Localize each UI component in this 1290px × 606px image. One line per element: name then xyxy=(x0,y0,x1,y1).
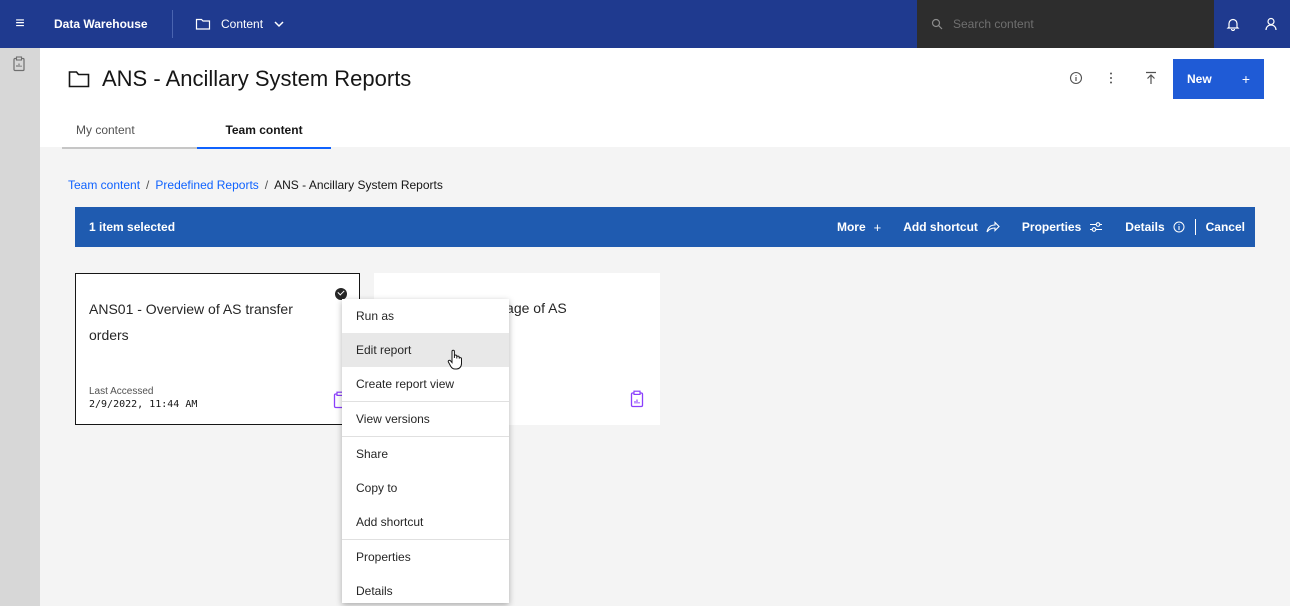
upload-icon[interactable] xyxy=(1136,60,1166,96)
details-label: Details xyxy=(1125,220,1165,234)
menu-item-copy-to[interactable]: Copy to xyxy=(342,471,509,505)
hand-pointer-cursor-icon xyxy=(447,349,462,370)
menu-item-share[interactable]: Share xyxy=(342,437,509,471)
left-rail xyxy=(0,48,40,606)
content-menu-label: Content xyxy=(221,17,264,31)
tab-my-content[interactable]: My content xyxy=(62,120,197,149)
more-button[interactable]: More + xyxy=(837,220,881,235)
breadcrumb: Team content / Predefined Reports / ANS … xyxy=(68,178,443,192)
top-bar: ≡ Data Warehouse Content xyxy=(0,0,1290,48)
search-icon xyxy=(931,18,943,30)
cancel-button[interactable]: Cancel xyxy=(1206,220,1245,234)
more-label: More xyxy=(836,220,866,234)
content-tabs: My content Team content xyxy=(62,120,331,149)
breadcrumb-predefined-reports[interactable]: Predefined Reports xyxy=(155,178,258,192)
page-header: ANS - Ancillary System Reports My conten… xyxy=(40,48,1290,149)
context-menu: Run as Edit report Create report view Vi… xyxy=(342,299,509,603)
breadcrumb-separator: / xyxy=(146,178,150,192)
selection-action-bar: 1 item selected More + Add shortcut Prop… xyxy=(75,207,1255,247)
app-name[interactable]: Data Warehouse xyxy=(40,10,173,38)
report-icon xyxy=(630,390,644,408)
add-shortcut-button[interactable]: Add shortcut xyxy=(903,220,1000,234)
menu-item-properties[interactable]: Properties xyxy=(342,540,509,574)
info-icon xyxy=(1173,221,1185,233)
page-title: ANS - Ancillary System Reports xyxy=(68,66,411,92)
breadcrumb-current: ANS - Ancillary System Reports xyxy=(274,178,443,192)
breadcrumb-separator: / xyxy=(264,178,269,192)
breadcrumb-team-content[interactable]: Team content xyxy=(68,178,140,192)
menu-item-run-as[interactable]: Run as xyxy=(342,299,509,333)
folder-icon xyxy=(195,18,211,30)
search-box[interactable] xyxy=(917,0,1214,48)
add-icon: + xyxy=(1241,71,1250,87)
menu-item-add-shortcut[interactable]: Add shortcut xyxy=(342,505,509,539)
content-menu-button[interactable]: Content xyxy=(173,0,285,48)
info-icon[interactable] xyxy=(1061,60,1091,96)
folder-icon xyxy=(68,71,90,88)
notifications-bell-icon[interactable] xyxy=(1214,0,1252,48)
menu-item-details[interactable]: Details xyxy=(342,574,509,606)
shortcut-arrow-icon xyxy=(986,221,1000,233)
chevron-down-icon xyxy=(274,21,284,28)
report-card[interactable]: ANS01 - Overview of AS transfer orders L… xyxy=(75,273,360,425)
hamburger-menu-icon[interactable]: ≡ xyxy=(0,0,40,48)
user-profile-icon[interactable] xyxy=(1252,0,1290,48)
menu-item-edit-report[interactable]: Edit report xyxy=(342,333,509,367)
card-title[interactable]: ANS01 - Overview of AS transfer orders xyxy=(89,296,319,348)
page-title-text: ANS - Ancillary System Reports xyxy=(102,66,412,91)
last-accessed-label: Last Accessed xyxy=(89,386,154,397)
new-button[interactable]: New + xyxy=(1173,59,1264,99)
tab-team-content[interactable]: Team content xyxy=(197,120,331,149)
overflow-menu-icon[interactable] xyxy=(1096,60,1126,96)
menu-item-view-versions[interactable]: View versions xyxy=(342,402,509,436)
last-accessed-date: 2/9/2022, 11:44 AM xyxy=(89,399,198,410)
plus-icon: + xyxy=(873,219,882,235)
add-shortcut-label: Add shortcut xyxy=(903,220,978,234)
properties-button[interactable]: Properties xyxy=(1022,220,1103,234)
selection-count: 1 item selected xyxy=(89,220,176,234)
report-icon[interactable] xyxy=(12,56,26,72)
settings-adjust-icon xyxy=(1090,222,1103,232)
details-button[interactable]: Details xyxy=(1125,220,1185,234)
properties-label: Properties xyxy=(1021,220,1082,234)
new-button-label: New xyxy=(1187,72,1212,86)
divider xyxy=(1194,219,1196,235)
search-input[interactable] xyxy=(953,17,1193,31)
menu-item-create-report-view[interactable]: Create report view xyxy=(342,367,509,401)
